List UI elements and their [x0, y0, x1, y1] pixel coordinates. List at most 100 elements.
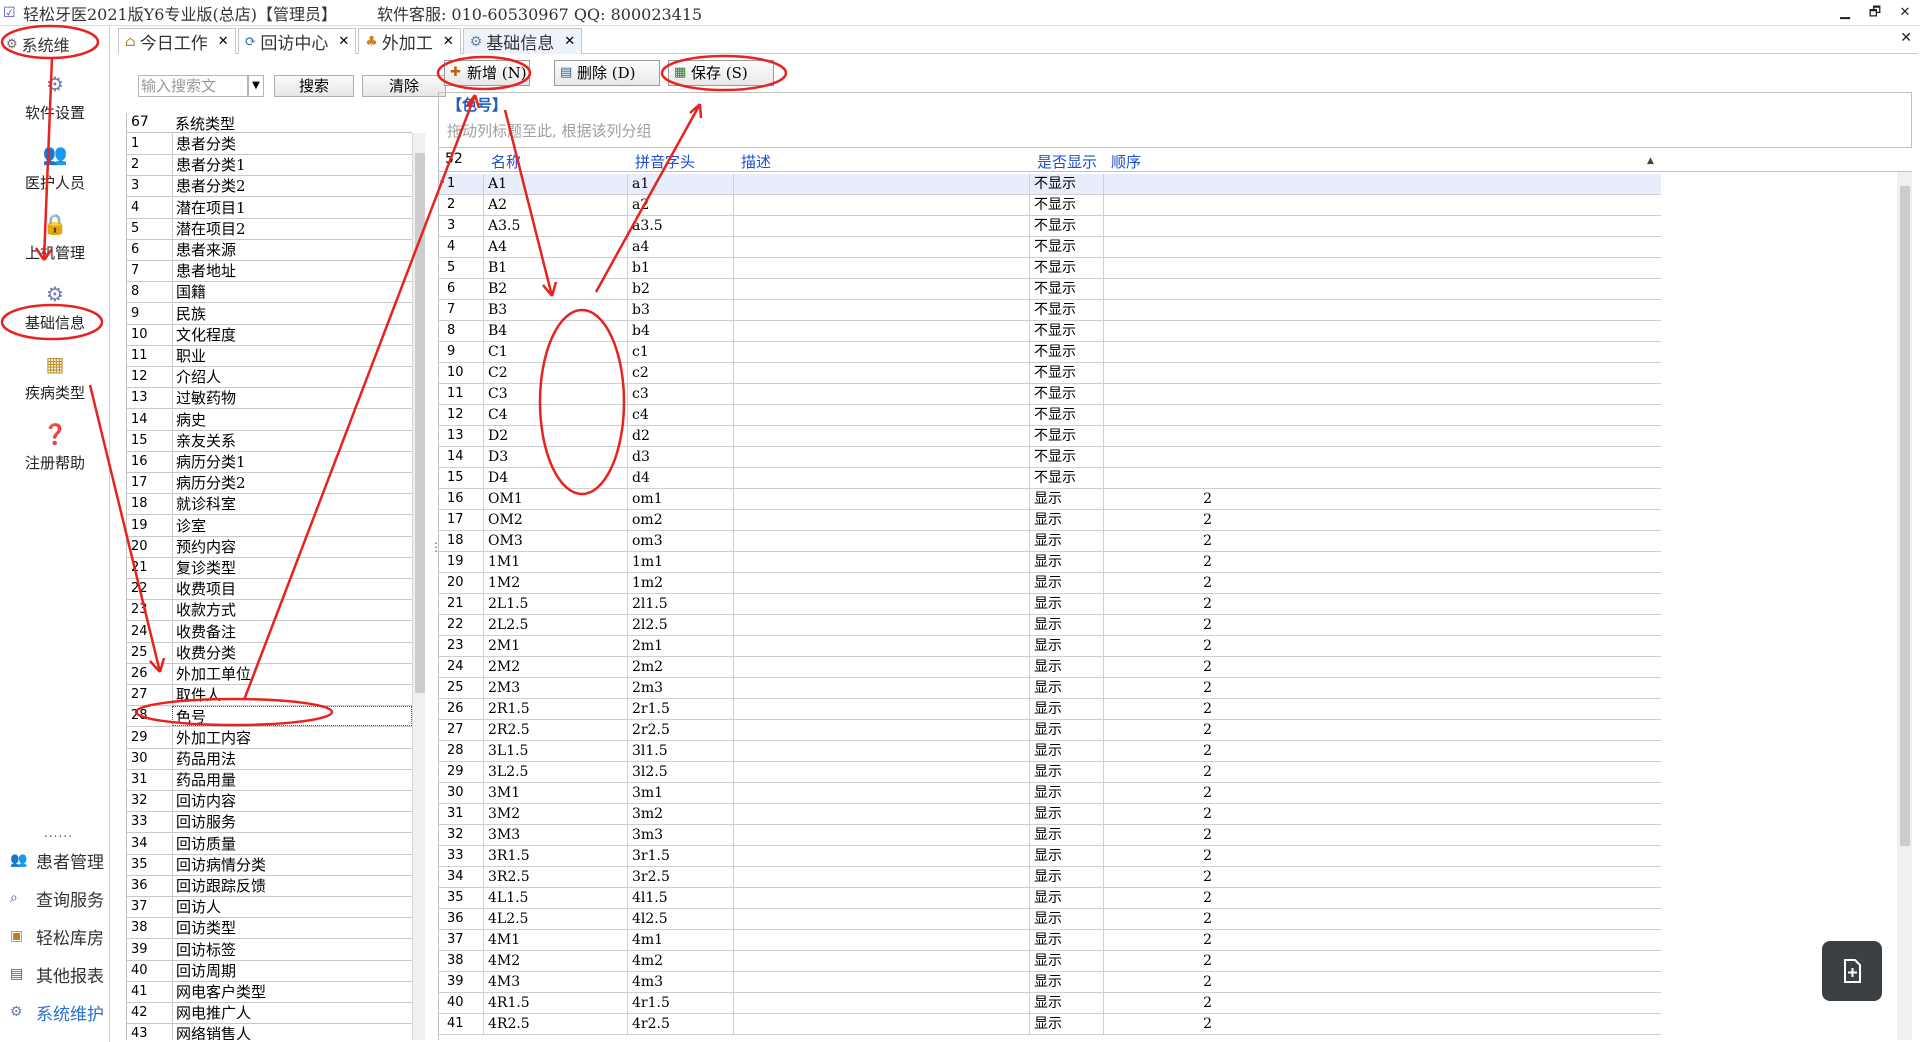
show-cell[interactable]: 不显示 — [1029, 405, 1103, 425]
show-cell[interactable]: 显示 — [1029, 720, 1103, 740]
description-cell[interactable] — [733, 216, 1029, 236]
pinyin-cell[interactable]: 2m1 — [627, 636, 733, 656]
scroll-thumb[interactable] — [415, 153, 425, 693]
pinyin-cell[interactable]: 3r1.5 — [627, 846, 733, 866]
color-name-cell[interactable]: B1 — [483, 258, 627, 278]
order-cell[interactable]: 2 — [1103, 993, 1216, 1013]
pinyin-cell[interactable]: a4 — [627, 237, 733, 257]
list-item[interactable]: 25 收费分类 — [127, 642, 412, 664]
table-row[interactable]: 4 A4 a4 不显示 — [439, 237, 1661, 258]
description-cell[interactable] — [733, 678, 1029, 698]
nav-item-medical-staff[interactable]: 👥 医护人员 — [0, 134, 110, 204]
description-cell[interactable] — [733, 636, 1029, 656]
show-cell[interactable]: 不显示 — [1029, 300, 1103, 320]
table-row[interactable]: 28 3L1.5 3l1.5 显示 2 — [439, 741, 1661, 762]
list-item[interactable]: 1 患者分类 — [127, 134, 412, 155]
show-cell[interactable]: 显示 — [1029, 615, 1103, 635]
list-item[interactable]: 43 网络销售人 — [127, 1024, 412, 1040]
order-cell[interactable] — [1103, 237, 1216, 257]
pinyin-cell[interactable]: c3 — [627, 384, 733, 404]
description-cell[interactable] — [733, 258, 1029, 278]
order-cell[interactable] — [1103, 195, 1216, 215]
description-cell[interactable] — [733, 405, 1029, 425]
order-cell[interactable]: 2 — [1103, 741, 1216, 761]
order-cell[interactable] — [1103, 216, 1216, 236]
order-cell[interactable]: 2 — [1103, 846, 1216, 866]
color-name-cell[interactable]: OM1 — [483, 489, 627, 509]
pinyin-cell[interactable]: 2r1.5 — [627, 699, 733, 719]
order-cell[interactable]: 2 — [1103, 1014, 1216, 1034]
color-grid-scrollbar[interactable] — [1897, 172, 1912, 1040]
table-row[interactable]: 37 4M1 4m1 显示 2 — [439, 930, 1661, 951]
order-cell[interactable]: 2 — [1103, 573, 1216, 593]
description-cell[interactable] — [733, 237, 1029, 257]
list-item[interactable]: 41 网电客户类型 — [127, 982, 412, 1003]
table-row[interactable]: 19 1M1 1m1 显示 2 — [439, 552, 1661, 573]
order-cell[interactable]: 2 — [1103, 762, 1216, 782]
show-cell[interactable]: 显示 — [1029, 783, 1103, 803]
table-row[interactable]: 33 3R1.5 3r1.5 显示 2 — [439, 846, 1661, 867]
list-item[interactable]: 2 患者分类1 — [127, 155, 412, 177]
pinyin-cell[interactable]: om1 — [627, 489, 733, 509]
chevron-down-icon[interactable]: ⌄ — [88, 1036, 100, 1042]
list-item[interactable]: 28 色号 — [127, 706, 412, 728]
show-cell[interactable]: 显示 — [1029, 594, 1103, 614]
table-row[interactable]: 17 OM2 om2 显示 2 — [439, 510, 1661, 531]
color-name-cell[interactable]: 3R2.5 — [483, 867, 627, 887]
chevron-down-icon[interactable]: ▼ — [248, 75, 264, 97]
order-cell[interactable]: 2 — [1103, 867, 1216, 887]
list-item[interactable]: 37 回访人 — [127, 897, 412, 919]
description-cell[interactable] — [733, 993, 1029, 1013]
pinyin-cell[interactable]: 3m1 — [627, 783, 733, 803]
pinyin-cell[interactable]: d2 — [627, 426, 733, 446]
show-cell[interactable]: 不显示 — [1029, 426, 1103, 446]
pinyin-cell[interactable]: a2 — [627, 195, 733, 215]
column-header-name[interactable]: 名称 — [491, 151, 521, 172]
color-name-cell[interactable]: 2M2 — [483, 657, 627, 677]
pinyin-cell[interactable]: om3 — [627, 531, 733, 551]
show-cell[interactable]: 显示 — [1029, 909, 1103, 929]
column-header-show[interactable]: 是否显示 — [1037, 151, 1097, 172]
order-cell[interactable]: 2 — [1103, 699, 1216, 719]
description-cell[interactable] — [733, 909, 1029, 929]
group-by-panel[interactable]: 拖动列标题至此, 根据该列分组 — [438, 114, 1912, 148]
color-name-cell[interactable]: 3M3 — [483, 825, 627, 845]
order-cell[interactable]: 2 — [1103, 615, 1216, 635]
show-cell[interactable]: 显示 — [1029, 930, 1103, 950]
order-cell[interactable] — [1103, 300, 1216, 320]
color-name-cell[interactable]: 2M1 — [483, 636, 627, 656]
nav-item-basic-info[interactable]: ⚙ 基础信息 — [0, 274, 110, 344]
clear-button[interactable]: 清除 — [362, 75, 446, 97]
show-cell[interactable]: 不显示 — [1029, 258, 1103, 278]
description-cell[interactable] — [733, 657, 1029, 677]
color-name-cell[interactable]: C3 — [483, 384, 627, 404]
list-item[interactable]: 6 患者来源 — [127, 240, 412, 261]
table-row[interactable]: 31 3M2 3m2 显示 2 — [439, 804, 1661, 825]
color-name-cell[interactable]: C2 — [483, 363, 627, 383]
show-cell[interactable]: 显示 — [1029, 867, 1103, 887]
close-all-tabs-button[interactable]: ✕ — [1900, 30, 1912, 46]
table-row[interactable]: 39 4M3 4m3 显示 2 — [439, 972, 1661, 993]
list-item[interactable]: 10 文化程度 — [127, 324, 412, 346]
description-cell[interactable] — [733, 321, 1029, 341]
description-cell[interactable] — [733, 1014, 1029, 1034]
color-name-cell[interactable]: 4L1.5 — [483, 888, 627, 908]
description-cell[interactable] — [733, 972, 1029, 992]
order-cell[interactable] — [1103, 405, 1216, 425]
nav-divider[interactable]: ...... — [44, 826, 73, 840]
description-cell[interactable] — [733, 384, 1029, 404]
pinyin-cell[interactable]: b1 — [627, 258, 733, 278]
table-row[interactable]: 30 3M1 3m1 显示 2 — [439, 783, 1661, 804]
table-row[interactable]: 12 C4 c4 不显示 — [439, 405, 1661, 426]
list-item[interactable]: 20 预约内容 — [127, 536, 412, 558]
list-item[interactable]: 15 亲友关系 — [127, 430, 412, 452]
show-cell[interactable]: 显示 — [1029, 951, 1103, 971]
order-cell[interactable] — [1103, 468, 1216, 488]
list-item[interactable]: 9 民族 — [127, 303, 412, 325]
table-row[interactable]: 2 A2 a2 不显示 — [439, 195, 1661, 216]
order-cell[interactable]: 2 — [1103, 552, 1216, 572]
description-cell[interactable] — [733, 699, 1029, 719]
table-row[interactable]: 3 A3.5 a3.5 不显示 — [439, 216, 1661, 237]
description-cell[interactable] — [733, 867, 1029, 887]
description-cell[interactable] — [733, 363, 1029, 383]
